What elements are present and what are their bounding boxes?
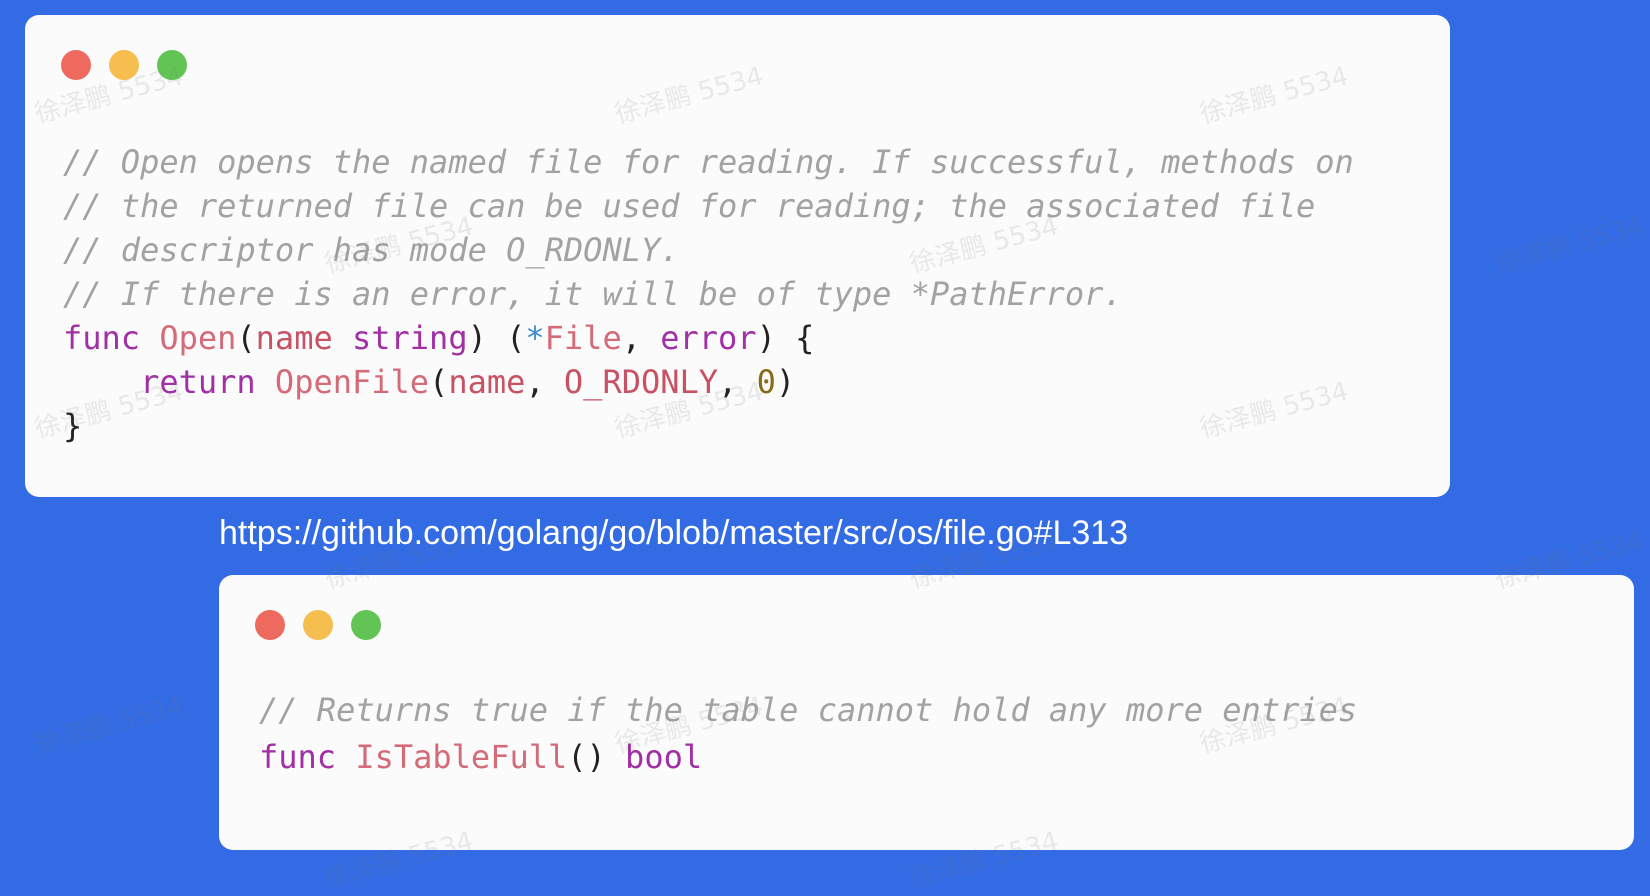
code-token-func: File: [544, 319, 622, 357]
code-token-op: *: [525, 319, 545, 357]
code-token-punct: [256, 363, 275, 401]
code-line: // Open opens the named file for reading…: [63, 140, 1354, 184]
code-token-punct: (: [236, 319, 256, 357]
watermark: 徐泽鹏 5534: [31, 691, 187, 760]
code-token-comment: // Open opens the named file for reading…: [63, 143, 1354, 181]
code-token-comment: // the returned file can be used for rea…: [63, 187, 1316, 225]
code-token-punct: ) (: [467, 319, 526, 357]
maximize-dot-icon: [157, 50, 187, 80]
code-window-open: // Open opens the named file for reading…: [25, 15, 1450, 497]
source-link[interactable]: https://github.com/golang/go/blob/master…: [219, 514, 1128, 553]
code-token-punct: (): [567, 738, 626, 776]
close-dot-icon: [255, 610, 285, 640]
code-token-punct: [63, 363, 140, 401]
code-token-punct: [333, 319, 352, 357]
code-line: }: [63, 404, 1354, 448]
code-token-func: Open: [159, 319, 237, 357]
code-token-type: bool: [625, 738, 703, 776]
code-line: return OpenFile(name, O_RDONLY, 0): [63, 360, 1354, 404]
code-token-param: name: [255, 319, 333, 357]
code-token-param: name: [448, 363, 526, 401]
code-token-punct: [140, 319, 159, 357]
code-block-istablefull-func: // Returns true if the table cannot hold…: [259, 687, 1357, 781]
code-line: // the returned file can be used for rea…: [63, 184, 1354, 228]
code-token-param: O_RDONLY: [563, 363, 719, 401]
watermark: 徐泽鹏 5534: [1491, 211, 1647, 280]
code-token-punct: ,: [525, 363, 564, 401]
code-window-istablefull: // Returns true if the table cannot hold…: [219, 575, 1634, 850]
code-line: func Open(name string) (*File, error) {: [63, 316, 1354, 360]
code-token-comment: // Returns true if the table cannot hold…: [259, 691, 1358, 729]
code-line: // If there is an error, it will be of t…: [63, 272, 1354, 316]
code-token-keyword: func: [259, 738, 337, 776]
code-token-punct: ,: [718, 363, 757, 401]
code-token-keyword: return: [140, 363, 256, 401]
code-token-punct: ): [775, 363, 796, 401]
window-controls: [61, 50, 187, 80]
code-token-number: 0: [756, 363, 776, 401]
code-token-keyword: func: [63, 319, 141, 357]
code-line: func IsTableFull() bool: [259, 734, 1357, 781]
code-token-type: string: [351, 319, 468, 357]
minimize-dot-icon: [109, 50, 139, 80]
code-token-punct: ,: [621, 319, 661, 357]
close-dot-icon: [61, 50, 91, 80]
code-token-func: IsTableFull: [355, 738, 568, 776]
code-block-open-func: // Open opens the named file for reading…: [63, 140, 1354, 448]
code-token-punct: ) {: [756, 319, 815, 357]
minimize-dot-icon: [303, 610, 333, 640]
code-token-comment: // If there is an error, it will be of t…: [63, 275, 1123, 313]
code-token-punct: [336, 738, 355, 776]
code-token-func: OpenFile: [274, 363, 430, 401]
window-controls: [255, 610, 381, 640]
code-line: // descriptor has mode O_RDONLY.: [63, 228, 1354, 272]
code-line: // Returns true if the table cannot hold…: [259, 687, 1357, 734]
code-token-punct: (: [429, 363, 449, 401]
code-token-punct: }: [63, 407, 83, 445]
maximize-dot-icon: [351, 610, 381, 640]
code-token-comment: // descriptor has mode O_RDONLY.: [63, 231, 680, 269]
code-token-type: error: [660, 319, 757, 357]
